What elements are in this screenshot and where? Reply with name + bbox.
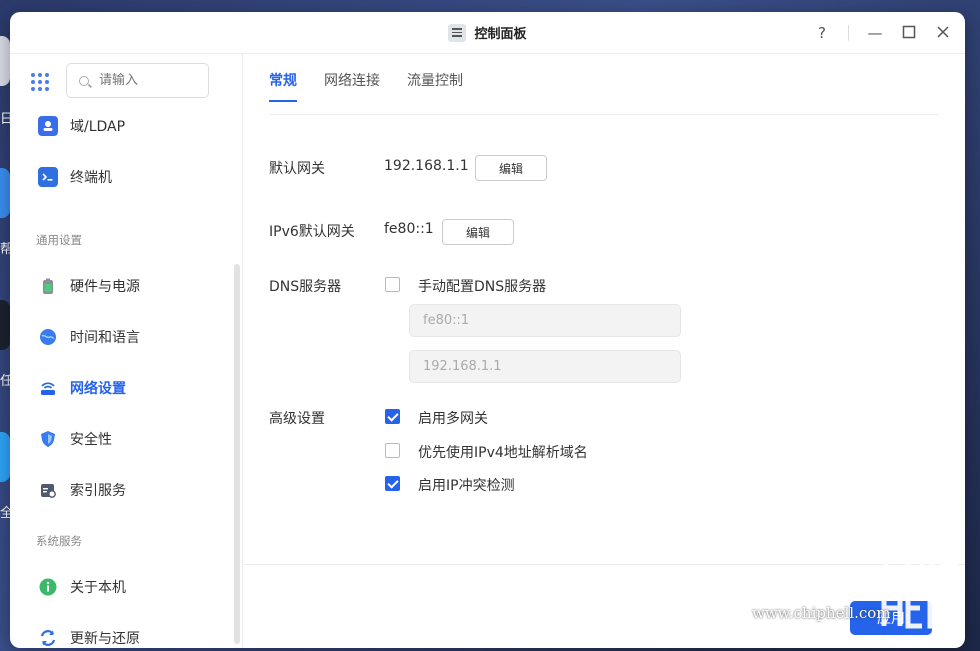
search-input[interactable] (99, 73, 189, 88)
index-service-icon (38, 480, 58, 500)
divider (848, 25, 849, 41)
footer-divider (244, 564, 965, 565)
ipv6-gateway-label: IPv6默认网关 (269, 224, 355, 240)
tab-traffic-control[interactable]: 流量控制 (407, 70, 463, 102)
sidebar-item-label: 网络设置 (70, 381, 126, 397)
dns-manual-checkbox[interactable] (385, 277, 400, 292)
sidebar-item-label: 关于本机 (70, 580, 126, 596)
sidebar-item-label: 域/LDAP (70, 119, 126, 135)
close-icon[interactable] (935, 25, 951, 41)
minimize-icon[interactable]: — (867, 25, 883, 41)
sidebar-item-security[interactable]: 安全性 (38, 427, 112, 451)
tab-bar: 常规 网络连接 流量控制 (269, 70, 463, 102)
default-gateway-value: 192.168.1.1 (384, 158, 469, 174)
control-panel-icon (448, 23, 467, 42)
default-gateway-label: 默认网关 (269, 161, 325, 177)
desktop-app-tile[interactable] (0, 300, 10, 350)
desktop-app-tile[interactable] (0, 432, 10, 482)
prefer-ipv4-label: 优先使用IPv4地址解析域名 (418, 445, 588, 461)
sidebar-item-update[interactable]: 更新与还原 (38, 626, 140, 648)
sidebar-item-ldap[interactable]: 域/LDAP (38, 114, 125, 138)
sidebar-item-label: 终端机 (70, 170, 112, 186)
sidebar-item-about[interactable]: 关于本机 (38, 575, 126, 599)
desktop-app-tile[interactable] (0, 36, 10, 86)
control-panel-window: 控制面板 ? — 域/LDAP (10, 12, 965, 648)
ipv6-gateway-value: fe80::1 (384, 221, 434, 237)
sidebar-item-network[interactable]: 网络设置 (38, 376, 126, 400)
maximize-icon[interactable] (901, 25, 917, 41)
info-icon (38, 577, 58, 597)
dns-server-2-field[interactable] (409, 350, 681, 383)
prefer-ipv4-checkbox[interactable] (385, 443, 400, 458)
sidebar-item-terminal[interactable]: 终端机 (38, 165, 112, 189)
main-panel: 常规 网络连接 流量控制 默认网关 192.168.1.1 编辑 IPv6默认网… (244, 54, 965, 648)
hardware-power-icon (38, 276, 58, 296)
directory-icon (38, 116, 58, 136)
edit-default-gateway-button[interactable]: 编辑 (475, 155, 547, 181)
section-general-label: 通用设置 (36, 233, 82, 247)
multi-gateway-checkbox[interactable] (385, 409, 400, 424)
sidebar-item-label: 更新与还原 (70, 631, 140, 647)
advanced-settings-label: 高级设置 (269, 411, 325, 427)
sidebar-scrollbar[interactable] (234, 264, 240, 644)
watermark-text: www.chiphell.com (752, 604, 891, 622)
window-controls: ? — (814, 12, 951, 54)
sidebar-item-label: 索引服务 (70, 483, 126, 499)
desktop-app-tile[interactable] (0, 168, 10, 218)
search-box[interactable] (66, 63, 209, 98)
title-wrap: 控制面板 (448, 23, 527, 42)
sidebar: 域/LDAP 终端机 通用设置 硬件与电源 时间和语言 网络设置 (10, 54, 243, 648)
sidebar-item-label: 硬件与电源 (70, 279, 140, 295)
help-icon[interactable]: ? (814, 25, 830, 41)
sidebar-item-index-service[interactable]: 索引服务 (38, 478, 126, 502)
dns-server-label: DNS服务器 (269, 279, 342, 295)
refresh-icon (38, 628, 58, 648)
search-icon (79, 75, 89, 86)
ip-conflict-label: 启用IP冲突检测 (418, 478, 515, 494)
edit-ipv6-gateway-button[interactable]: 编辑 (442, 219, 514, 245)
shield-icon (38, 429, 58, 449)
apps-grid-icon[interactable] (31, 73, 49, 91)
tab-general[interactable]: 常规 (269, 70, 297, 102)
dns-server-1-field[interactable] (409, 304, 681, 337)
section-system-label: 系统服务 (36, 534, 82, 548)
title-bar[interactable]: 控制面板 ? — (10, 12, 965, 54)
sidebar-item-label: 时间和语言 (70, 330, 140, 346)
window-title: 控制面板 (474, 27, 527, 42)
globe-icon (38, 327, 58, 347)
tab-network-connections[interactable]: 网络连接 (324, 70, 380, 102)
ip-conflict-checkbox[interactable] (385, 476, 400, 491)
sidebar-item-time-language[interactable]: 时间和语言 (38, 325, 140, 349)
dns-manual-label: 手动配置DNS服务器 (418, 279, 547, 295)
terminal-icon (38, 167, 58, 187)
sidebar-item-label: 安全性 (70, 432, 112, 448)
sidebar-item-hardware[interactable]: 硬件与电源 (38, 274, 140, 298)
tab-divider (269, 114, 939, 115)
network-icon (38, 378, 58, 398)
multi-gateway-label: 启用多网关 (418, 411, 488, 427)
